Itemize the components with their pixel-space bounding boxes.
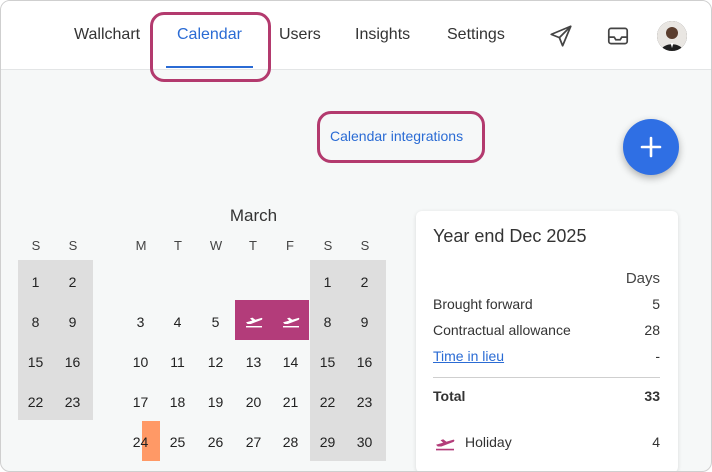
calendar-day[interactable]: 23 [54,384,91,420]
allowance-summary-card: Year end Dec 2025 Days Brought forward 5… [416,211,678,471]
nav-insights[interactable]: Insights [355,26,410,44]
calendar-day[interactable]: 10 [122,344,159,380]
calendar-day[interactable]: 8 [309,304,346,340]
calendar-day[interactable]: 9 [54,304,91,340]
time-in-lieu-link[interactable]: Time in lieu [433,348,504,364]
calendar-day[interactable]: 29 [309,424,346,460]
app-window: Wallchart Calendar Users Insights Settin… [0,0,712,472]
weekday-header: W [209,238,223,253]
calendar-day[interactable]: 25 [159,424,196,460]
nav-settings[interactable]: Settings [447,26,505,44]
days-column-header: Days [625,270,660,287]
calendar-day[interactable]: 18 [159,384,196,420]
time-in-lieu-value: - [655,348,660,364]
calendar-day[interactable]: 1 [17,264,54,300]
weekday-header: F [286,238,294,253]
calendar-day[interactable]: 2 [346,264,383,300]
contractual-allowance-label: Contractual allowance [433,322,571,338]
weekday-header: S [360,238,370,253]
holiday-value: 4 [652,434,660,450]
inbox-icon[interactable] [605,23,631,49]
calendar-day[interactable]: 4 [159,304,196,340]
plane-departure-icon [434,433,456,456]
weekday-header: T [249,238,257,253]
top-navigation: Wallchart Calendar Users Insights Settin… [1,1,711,70]
plus-icon [640,136,662,158]
calendar-day[interactable]: 5 [197,304,234,340]
contractual-allowance-value: 28 [644,322,660,338]
calendar-day[interactable]: 15 [17,344,54,380]
calendar-day[interactable]: 16 [346,344,383,380]
nav-users[interactable]: Users [279,26,321,44]
calendar-day[interactable]: 27 [235,424,272,460]
integrations-highlight [317,111,485,163]
calendar-day[interactable]: 15 [309,344,346,380]
calendar-day[interactable]: 12 [197,344,234,380]
brought-forward-value: 5 [652,296,660,312]
total-value: 33 [644,388,660,404]
calendar-day[interactable]: 3 [122,304,159,340]
plane-departure-icon [282,317,299,328]
calendar-day[interactable]: 28 [272,424,309,460]
calendar-day[interactable]: 16 [54,344,91,380]
calendar-day[interactable]: 2 [54,264,91,300]
total-label: Total [433,388,466,404]
calendar-day[interactable]: 20 [235,384,272,420]
calendar-day[interactable]: 19 [197,384,234,420]
calendar-day[interactable]: 8 [17,304,54,340]
holiday-label: Holiday [465,434,512,450]
calendar-day[interactable]: 9 [346,304,383,340]
nav-wallchart[interactable]: Wallchart [74,26,140,44]
calendar-day[interactable]: 22 [17,384,54,420]
calendar-day[interactable]: 22 [309,384,346,420]
user-avatar[interactable] [657,21,687,51]
trip-day[interactable] [235,300,272,340]
summary-divider [433,377,660,378]
add-button[interactable] [623,119,679,175]
calendar-day[interactable]: 21 [272,384,309,420]
paper-plane-icon[interactable] [548,23,574,49]
trip-day[interactable] [272,300,309,340]
calendar-day[interactable]: 13 [235,344,272,380]
weekday-header: M [135,238,147,253]
weekday-header: S [68,238,78,253]
calendar-day[interactable]: 26 [197,424,234,460]
brought-forward-label: Brought forward [433,296,533,312]
calendar-day-today[interactable]: 24 [122,424,159,460]
calendar-day[interactable]: 1 [309,264,346,300]
calendar-tab-highlight [150,12,271,82]
weekday-header: S [31,238,41,253]
calendar-day[interactable]: 30 [346,424,383,460]
plane-departure-icon [245,317,262,328]
summary-title: Year end Dec 2025 [433,226,587,246]
calendar-day[interactable]: 23 [346,384,383,420]
month-title: March [229,206,278,225]
calendar-day[interactable]: 17 [122,384,159,420]
calendar-day[interactable]: 14 [272,344,309,380]
weekday-header: S [323,238,333,253]
calendar-day[interactable]: 11 [159,344,196,380]
weekday-header: T [174,238,182,253]
